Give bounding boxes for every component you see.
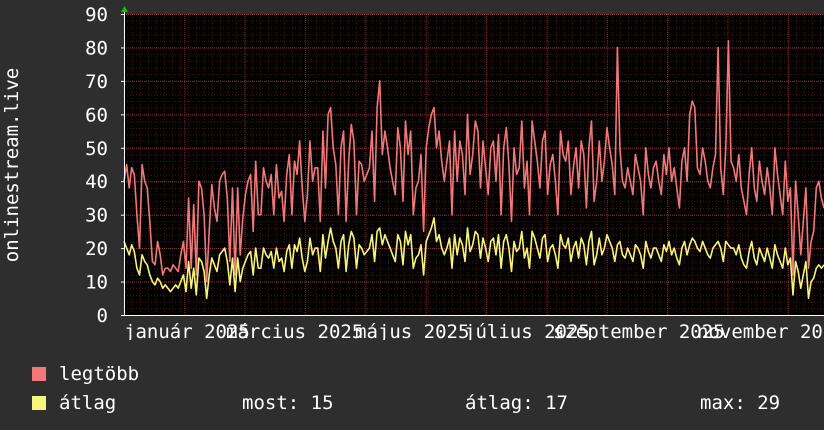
x-tick-labels: január 2025március 2025május 2025július … [124, 321, 824, 340]
y-tick-label: 0 [97, 305, 108, 327]
y-tick-label: 40 [85, 171, 108, 193]
legend-item-max: legtöbb [32, 363, 139, 385]
x-tick-label: május 2025 [355, 321, 469, 340]
y-tick-label: 30 [85, 205, 108, 227]
y-tick-label: 90 [85, 4, 108, 26]
legend-swatch-avg [32, 396, 46, 410]
chart: 0 10 20 30 40 50 60 70 80 90 január 2025március 2… [1, 4, 824, 340]
y-axis-label: onlinestream.live [1, 68, 23, 262]
y-tick-label: 50 [85, 138, 108, 160]
x-tick-label: március 2025 [226, 321, 363, 340]
legend-swatch-max [32, 367, 46, 381]
legend-item-avg: átlag [32, 392, 116, 414]
legend-label-max: legtöbb [59, 363, 140, 385]
y-axis-arrow [121, 6, 128, 12]
x-tick-label: november 2025 [697, 321, 824, 340]
y-tick-label: 20 [85, 238, 108, 260]
legend-label-avg: átlag [59, 392, 117, 414]
y-tick-label: 10 [85, 272, 108, 294]
stat-average: átlag: 17 [465, 392, 568, 414]
y-tick-labels: 0 10 20 30 40 50 60 70 80 90 [85, 4, 108, 327]
stat-max: max: 29 [700, 392, 781, 414]
stat-now: most: 15 [242, 392, 334, 414]
y-tick-label: 60 [85, 104, 108, 126]
y-tick-label: 70 [85, 71, 108, 93]
y-tick-label: 80 [85, 37, 108, 59]
